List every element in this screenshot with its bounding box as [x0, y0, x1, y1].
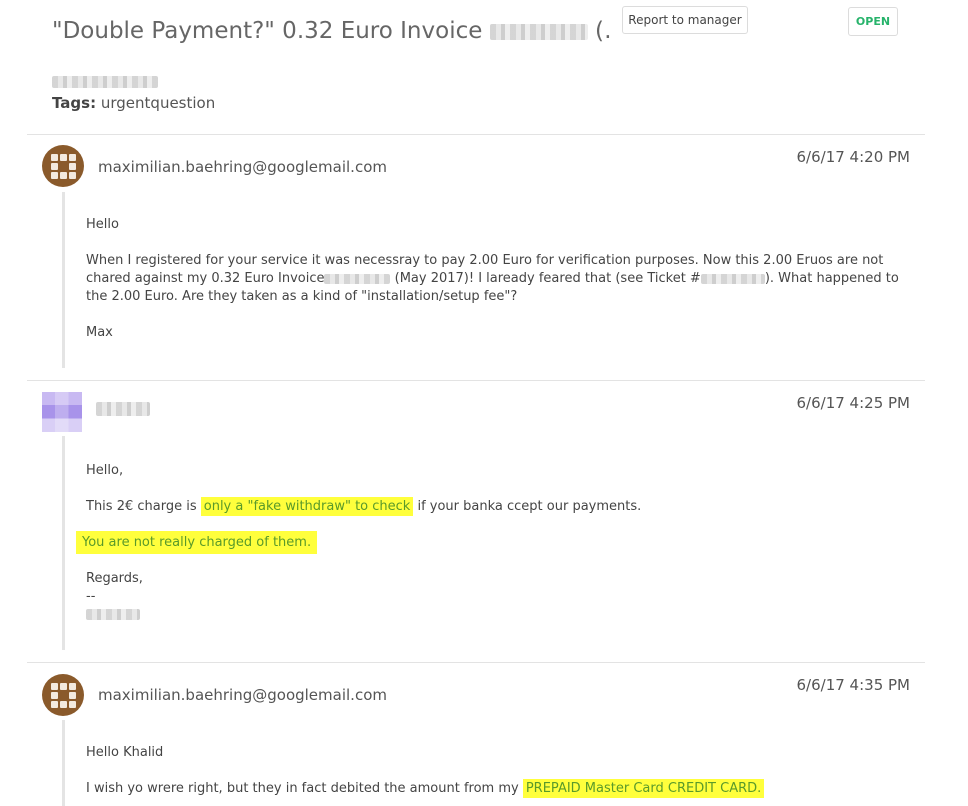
message-signature: [86, 606, 916, 624]
redacted-invoice-id: [324, 273, 391, 284]
report-to-manager-button[interactable]: Report to manager: [622, 6, 748, 34]
message-body: Hello When I registered for your service…: [86, 216, 916, 342]
message-greeting: Hello,: [86, 463, 124, 478]
divider: [27, 134, 925, 135]
message-text: I wish yo wrere right, but they in fact …: [86, 781, 523, 796]
message-paragraph: When I registered for your service it wa…: [86, 252, 916, 306]
message-paragraph: This 2€ charge is only a "fake withdraw"…: [86, 497, 916, 516]
timestamp: 6/6/17 4:25 PM: [796, 394, 911, 412]
highlighted-text: only a "fake withdraw" to check: [200, 497, 414, 516]
message-paragraph: You are not really charged of them.: [76, 531, 916, 554]
highlighted-text: You are not really charged of them.: [76, 531, 318, 554]
divider: [27, 662, 925, 663]
avatar: [42, 674, 84, 716]
redacted-subtitle: [52, 76, 158, 88]
message-text: This 2€ charge is: [86, 499, 201, 514]
thread-line: [62, 720, 65, 806]
timestamp: 6/6/17 4:20 PM: [796, 148, 911, 166]
message-regards: Regards,: [86, 571, 143, 586]
message-dash: --: [86, 589, 96, 604]
ticket-title-end: (…: [595, 18, 612, 44]
message-paragraph: I wish yo wrere right, but they in fact …: [86, 779, 916, 798]
redacted-signature: [86, 609, 140, 620]
ticket-title: "Double Payment?" 0.32 Euro Invoice (…: [52, 14, 612, 48]
message-body: Hello, This 2€ charge is only a "fake wi…: [76, 462, 916, 624]
tags-value[interactable]: urgentquestion: [101, 94, 215, 112]
sender-email: maximilian.baehring@googlemail.com: [98, 686, 387, 704]
avatar: [42, 392, 82, 432]
message-signoff: Max: [86, 325, 113, 340]
redacted-ticket-id: [700, 273, 765, 284]
thread-line: [62, 436, 65, 650]
avatar: [42, 145, 84, 187]
redacted-sender-name: [96, 402, 150, 416]
status-badge: OPEN: [848, 7, 898, 36]
tags-label: Tags:: [52, 94, 97, 112]
ticket-title-start: "Double Payment?" 0.32 Euro Invoice: [52, 18, 483, 44]
sender-email: maximilian.baehring@googlemail.com: [98, 158, 387, 176]
thread-line: [62, 192, 65, 368]
redacted-invoice-number: [489, 23, 588, 40]
message-greeting: Hello Khalid: [86, 745, 164, 760]
message-greeting: Hello: [86, 217, 119, 232]
timestamp: 6/6/17 4:35 PM: [796, 676, 911, 694]
highlighted-text: PREPAID Master Card CREDIT CARD.: [522, 779, 765, 798]
message-text: if your banka ccept our payments.: [413, 499, 642, 514]
message-text: (May 2017)! I laready feared that (see T…: [394, 271, 701, 286]
message-body: Hello Khalid I wish yo wrere right, but …: [86, 744, 916, 798]
tags-row: Tags: urgentquestion: [52, 94, 215, 112]
divider: [27, 380, 925, 381]
